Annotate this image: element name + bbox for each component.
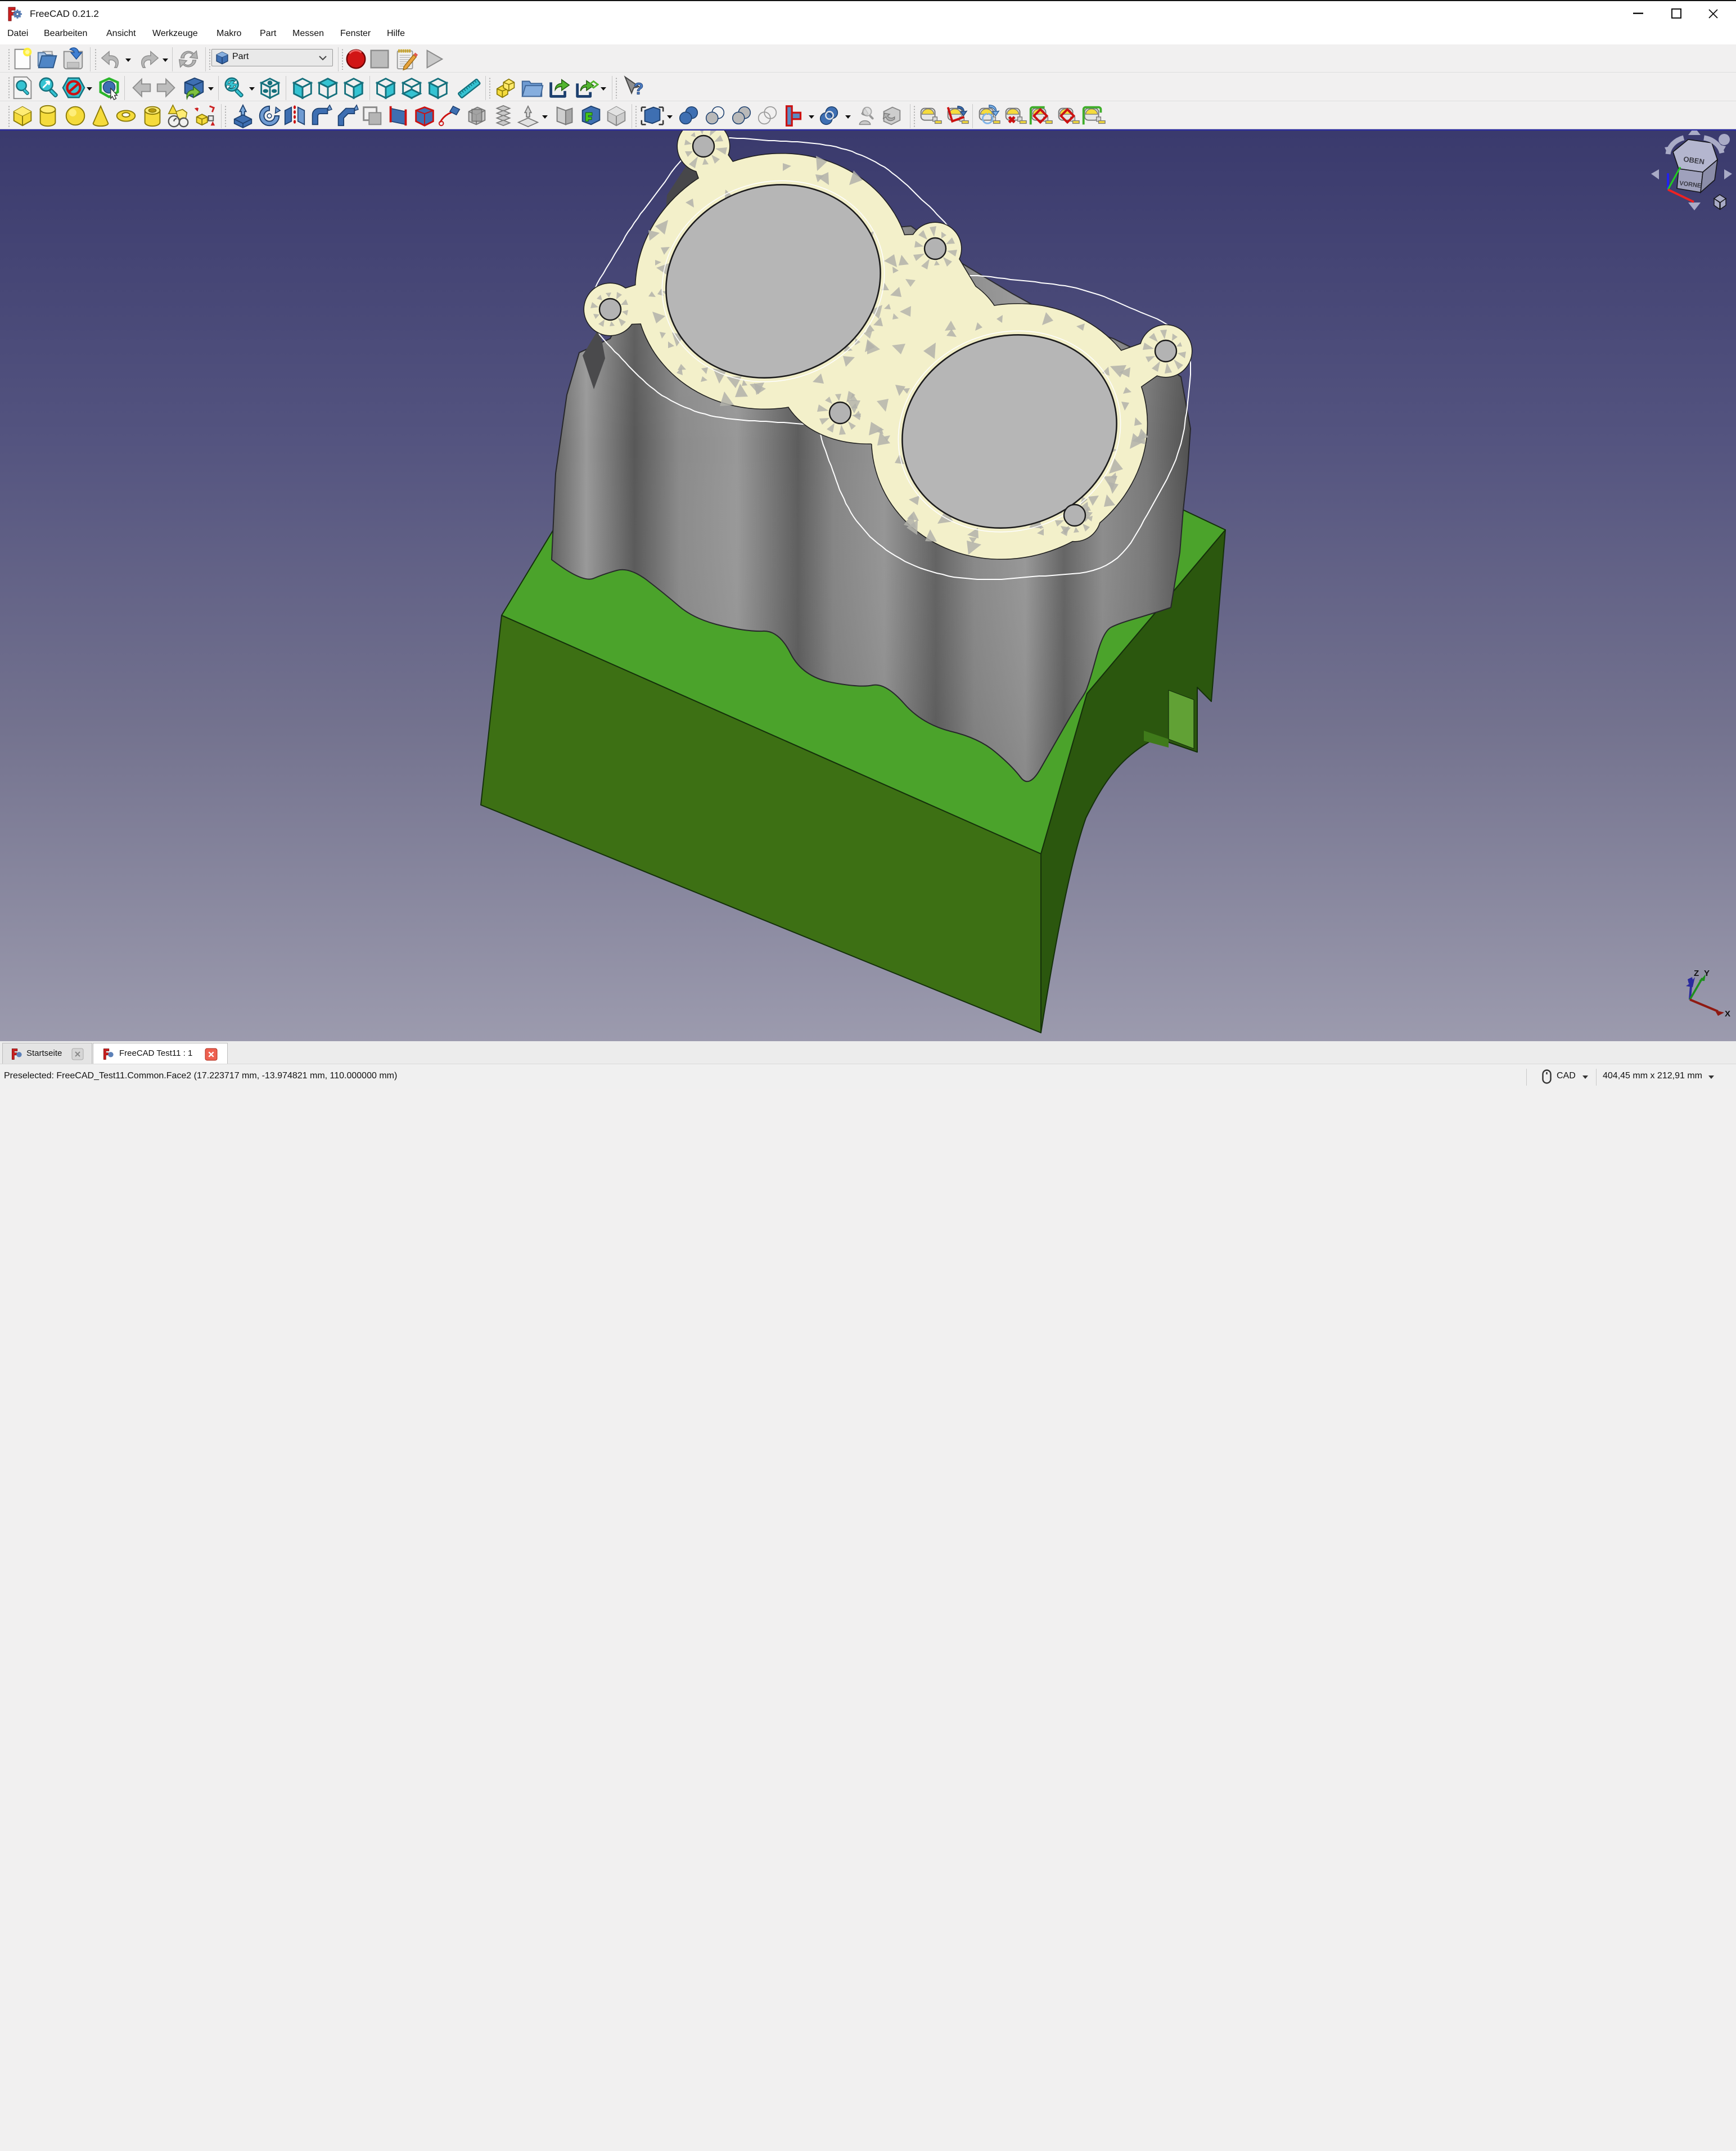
svg-text:?: ?	[634, 80, 644, 98]
svg-text:X: X	[1725, 1009, 1730, 1019]
svg-text:Y: Y	[1704, 969, 1710, 978]
svg-text:Z: Z	[1694, 969, 1699, 978]
